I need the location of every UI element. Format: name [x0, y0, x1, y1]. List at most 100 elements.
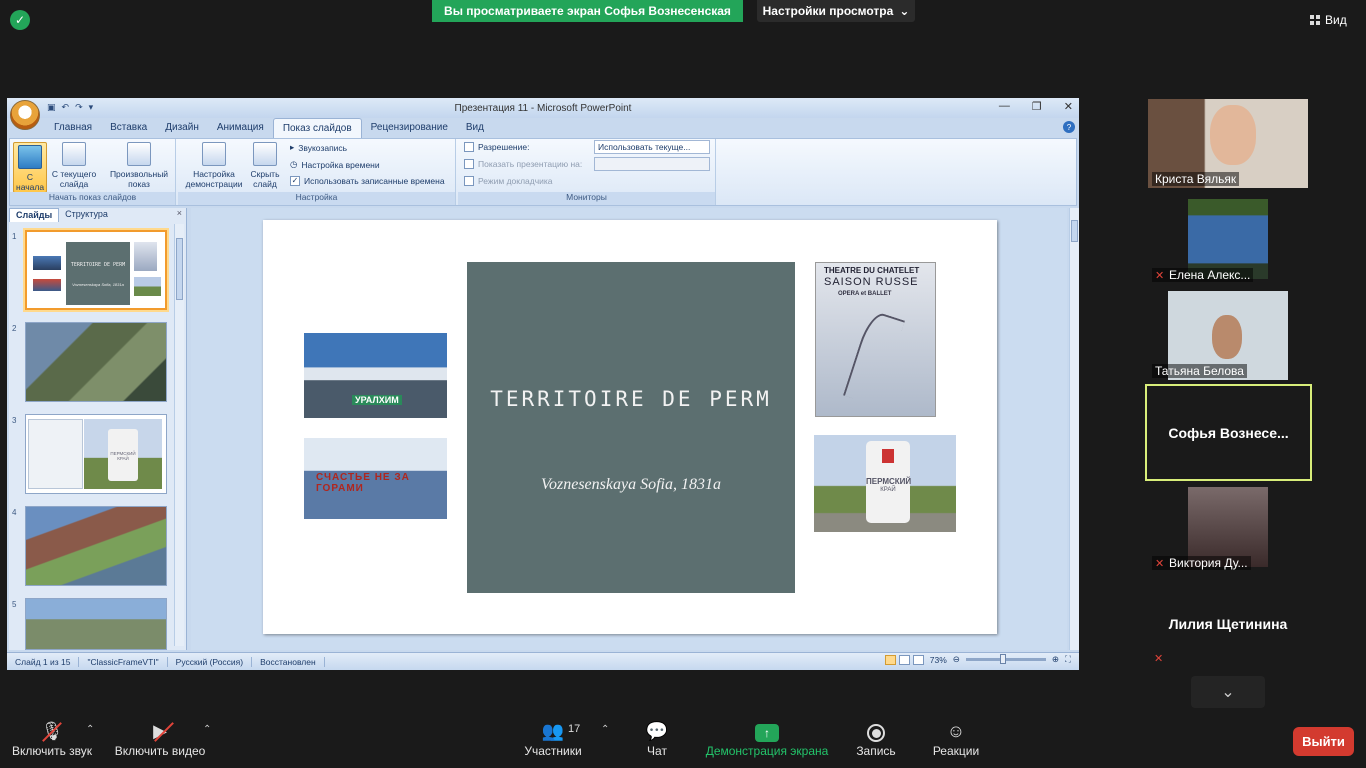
scrollbar-thumb[interactable] — [1071, 220, 1078, 242]
participant-tile[interactable]: Татьяна Белова — [1148, 291, 1308, 380]
customize-qat-icon[interactable]: ▾ — [89, 102, 94, 113]
show-on-row: Показать презентацию на: — [464, 159, 582, 169]
participant-tile[interactable]: ✕ Елена Алекс... — [1148, 195, 1308, 284]
audio-options-chevron-icon[interactable]: ⌃ — [86, 724, 94, 735]
use-timings-checkbox[interactable]: ✓ Использовать записанные времена — [290, 176, 445, 186]
slide-thumbnail-5[interactable] — [25, 598, 167, 650]
slide-number: 1 — [12, 232, 17, 241]
tab-slides[interactable]: Слайды — [9, 208, 60, 222]
hide-slide-button[interactable]: Скрыть слайд — [248, 142, 282, 189]
tab-animation[interactable]: Анимация — [208, 118, 273, 138]
undo-icon[interactable]: ↶ — [62, 102, 70, 113]
reactions-button[interactable]: ☺ Реакции — [930, 718, 982, 759]
ribbon: С начала С текущего слайда Произвольный … — [9, 138, 1077, 206]
pane-scrollbar[interactable] — [174, 224, 184, 646]
chat-label: Чат — [647, 744, 667, 758]
slide-position: Слайд 1 из 15 — [7, 656, 80, 667]
group-label: Мониторы — [458, 192, 715, 205]
from-current-slide-button[interactable]: С текущего слайда — [50, 142, 98, 189]
close-pane-icon[interactable]: × — [177, 208, 182, 218]
slide-thumbnail-2[interactable] — [25, 322, 167, 402]
fit-to-window-icon[interactable]: ⛶ — [1065, 654, 1071, 665]
muted-mic-icon: ✕ — [1155, 558, 1165, 570]
scrollbar-thumb[interactable] — [176, 238, 183, 300]
projector-icon — [62, 142, 86, 166]
zoom-out-icon[interactable]: ⊖ — [953, 654, 960, 665]
slide-number: 3 — [12, 416, 17, 425]
slide-subtitle[interactable]: Voznesenskaya Sofia, 1831a — [467, 474, 795, 496]
participant-name: ✕ Виктория Ду... — [1152, 556, 1251, 570]
language[interactable]: Русский (Россия) — [168, 656, 253, 667]
slide-thumbnail-4[interactable] — [25, 506, 167, 586]
slide-thumbnail-1[interactable]: TERRITOIRE DE PERM Voznesenskaya Sofia, … — [25, 230, 167, 310]
group-label: Начать показ слайдов — [10, 192, 175, 205]
hide-slide-icon — [253, 142, 277, 166]
normal-view-icon[interactable] — [884, 654, 896, 665]
share-screen-label: Демонстрация экрана — [705, 744, 829, 758]
participant-tile[interactable]: Криста Вяльяк — [1148, 99, 1308, 188]
start-video-button[interactable]: ▶ Включить видео — [114, 718, 206, 759]
resolution-select[interactable]: Использовать текуще... — [594, 140, 710, 154]
poster-line2: SAISON RUSSE — [824, 276, 919, 288]
current-slide[interactable]: УРАЛХИМ СЧАСТЬЕ НЕ ЗА ГОРАМИ TERRITOIRE … — [263, 220, 997, 634]
chat-button[interactable]: 💬 Чат — [640, 718, 674, 759]
tab-outline[interactable]: Структура — [59, 208, 114, 222]
clock-icon: ◷ — [290, 159, 298, 169]
rehearse-timings-button[interactable]: ◷ Настройка времени — [290, 159, 380, 170]
slide-editing-area: УРАЛХИМ СЧАСТЬЕ НЕ ЗА ГОРАМИ TERRITOIRE … — [191, 208, 1067, 650]
photo-uralchem: УРАЛХИМ — [304, 333, 447, 418]
show-on-select[interactable] — [594, 157, 710, 171]
record-label: Запись — [856, 744, 896, 758]
record-button[interactable]: Запись — [853, 718, 899, 758]
setup-show-button[interactable]: Настройка демонстрации — [182, 142, 246, 189]
participant-tile-active-speaker[interactable]: Софья Вознесе... — [1145, 384, 1312, 481]
slide-thumbnail-3[interactable]: ПЕРМСКИЙ КРАЙ — [25, 414, 167, 494]
leave-button[interactable]: Выйти — [1293, 727, 1354, 756]
office-button[interactable] — [10, 100, 40, 130]
close-icon[interactable]: ✕ — [1064, 100, 1073, 113]
vertical-scrollbar[interactable] — [1069, 208, 1079, 650]
from-beginning-button[interactable]: С начала — [13, 142, 47, 193]
tab-insert[interactable]: Вставка — [101, 118, 156, 138]
slideshow-view-icon[interactable] — [912, 654, 924, 665]
maximize-icon[interactable]: ❐ — [1032, 100, 1042, 113]
share-screen-icon: ↑ — [755, 724, 779, 742]
record-narration-button[interactable]: ▸ Звукозапись — [290, 142, 347, 153]
dancer-figure — [842, 309, 906, 407]
view-button[interactable]: Вид — [1310, 9, 1356, 31]
help-icon[interactable]: ? — [1063, 121, 1075, 133]
participant-tile[interactable]: ✕ Виктория Ду... — [1148, 483, 1308, 572]
share-screen-button[interactable]: ↑ Демонстрация экрана — [704, 718, 830, 758]
tab-home[interactable]: Главная — [45, 118, 101, 138]
view-options-dropdown[interactable]: Настройки просмотра ⌄ — [757, 0, 915, 22]
security-shield-icon[interactable]: ✓ — [10, 10, 30, 30]
slide-title[interactable]: TERRITOIRE DE PERM — [467, 384, 795, 414]
video-options-chevron-icon[interactable]: ⌃ — [203, 724, 211, 735]
zoom-slider-thumb[interactable] — [999, 654, 1006, 664]
tab-view[interactable]: Вид — [457, 118, 493, 138]
minimize-icon[interactable]: — — [999, 100, 1010, 113]
more-participants-button[interactable]: ⌄ — [1191, 676, 1265, 708]
slide-number: 2 — [12, 324, 17, 333]
unmute-button[interactable]: 🎙 Включить звук — [10, 718, 94, 759]
participant-tile[interactable]: Лилия Щетинина ✕ — [1148, 579, 1308, 668]
tab-slide-show[interactable]: Показ слайдов — [272, 118, 362, 138]
thumb-sign: ПЕРМСКИЙ КРАЙ — [108, 429, 138, 481]
tab-review[interactable]: Рецензирование — [362, 118, 457, 138]
save-icon[interactable]: ▣ — [47, 102, 56, 113]
quick-access-toolbar: ▣ ↶ ↷ ▾ — [47, 102, 93, 113]
zoom-level[interactable]: 73% — [930, 655, 947, 665]
presenter-view-checkbox[interactable]: Режим докладчика — [464, 176, 553, 186]
zoom-slider[interactable] — [965, 654, 1046, 664]
ribbon-tabs: Главная Вставка Дизайн Анимация Показ сл… — [45, 118, 493, 138]
participants-chevron-icon[interactable]: ⌃ — [601, 724, 609, 735]
view-button-label: Вид — [1325, 13, 1347, 27]
custom-show-icon — [127, 142, 151, 166]
custom-show-button[interactable]: Произвольный показ — [106, 142, 172, 189]
zoom-in-icon[interactable]: ⊕ — [1052, 654, 1059, 665]
slide-sorter-icon[interactable] — [898, 654, 910, 665]
slides-pane: Слайды Структура × 1 TERRITOIRE DE PERM … — [9, 208, 187, 650]
slide-number: 5 — [12, 600, 17, 609]
tab-design[interactable]: Дизайн — [156, 118, 208, 138]
redo-icon[interactable]: ↷ — [75, 102, 83, 113]
